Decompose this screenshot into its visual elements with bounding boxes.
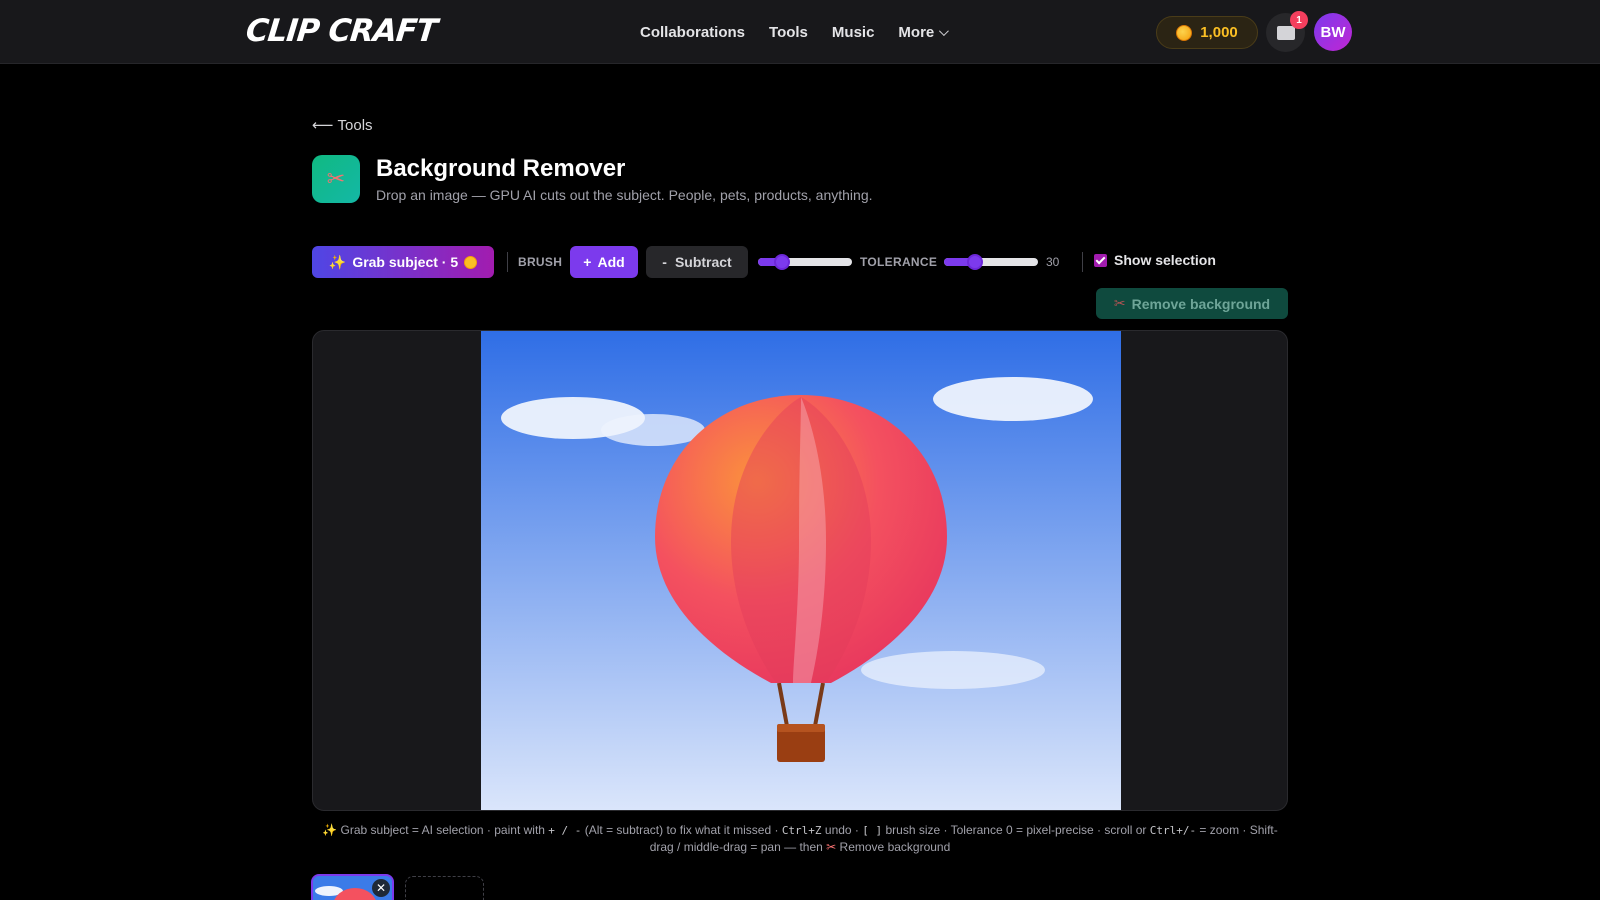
brush-add-button[interactable]: + Add bbox=[570, 246, 638, 278]
hint-part: Grab subject = AI selection · paint with bbox=[340, 823, 549, 837]
remove-background-label: Remove background bbox=[1131, 295, 1271, 312]
brand-logo[interactable]: CLIP CRAFT bbox=[244, 13, 438, 49]
page-subtitle: Drop an image — GPU AI cuts out the subj… bbox=[376, 187, 873, 203]
nav-more-label: More bbox=[898, 23, 935, 41]
nav-more[interactable]: More bbox=[898, 23, 950, 41]
tolerance-label: TOLERANCE bbox=[860, 255, 938, 269]
notifications-button[interactable]: 1 bbox=[1266, 11, 1308, 52]
sparkles-icon: ✨ bbox=[328, 253, 347, 270]
page-title: Background Remover bbox=[376, 155, 626, 182]
hint-part: undo · bbox=[821, 823, 863, 837]
editor-canvas[interactable] bbox=[312, 330, 1288, 811]
plus-icon: + bbox=[583, 254, 592, 270]
subtract-label: Subtract bbox=[674, 254, 732, 270]
hint-part: (Alt = subtract) to fix what it missed · bbox=[581, 823, 782, 837]
image-thumbnail[interactable]: ✕ bbox=[311, 874, 394, 900]
minus-icon: - bbox=[662, 254, 667, 270]
divider bbox=[507, 252, 508, 272]
add-image-slot[interactable] bbox=[405, 876, 484, 900]
show-selection-toggle[interactable]: Show selection bbox=[1094, 252, 1216, 268]
keyboard-hint: ✨ Grab subject = AI selection · paint wi… bbox=[312, 822, 1288, 856]
hint-key: Ctrl+Z bbox=[781, 824, 822, 837]
divider bbox=[1082, 252, 1083, 272]
hint-key: Ctrl+/- bbox=[1149, 824, 1197, 837]
add-label: Add bbox=[597, 254, 625, 270]
back-label: Tools bbox=[337, 116, 373, 134]
nav-collaborations[interactable]: Collaborations bbox=[640, 24, 745, 41]
notification-count-badge: 1 bbox=[1290, 11, 1308, 29]
inbox-icon bbox=[1276, 25, 1295, 40]
checkbox[interactable] bbox=[1094, 253, 1107, 267]
coin-balance[interactable]: 1,000 bbox=[1156, 16, 1258, 49]
sparkles-icon: ✨ bbox=[322, 823, 338, 837]
main-nav: Collaborations Tools Music More bbox=[640, 0, 950, 64]
editor-toolbar: ✨ Grab subject · 5 BRUSH + Add - Subtrac… bbox=[312, 246, 1272, 278]
grab-subject-label: Grab subject · 5 bbox=[352, 254, 459, 270]
hint-key: [ ] bbox=[862, 824, 883, 837]
brush-subtract-button[interactable]: - Subtract bbox=[646, 246, 748, 278]
brush-size-slider[interactable] bbox=[758, 254, 852, 270]
nav-tools[interactable]: Tools bbox=[769, 24, 808, 41]
scissors-icon: ✂ bbox=[1113, 295, 1126, 311]
uploaded-image[interactable] bbox=[481, 331, 1121, 811]
slider-thumb[interactable] bbox=[967, 254, 984, 270]
slider-thumb[interactable] bbox=[773, 254, 790, 270]
coin-balance-value: 1,000 bbox=[1200, 24, 1238, 41]
grab-subject-button[interactable]: ✨ Grab subject · 5 bbox=[312, 246, 494, 278]
close-icon[interactable]: ✕ bbox=[372, 879, 390, 897]
top-navbar: CLIP CRAFT Collaborations Tools Music Mo… bbox=[0, 0, 1600, 64]
brush-label: BRUSH bbox=[518, 255, 563, 269]
back-to-tools-link[interactable]: ⟵ Tools bbox=[312, 116, 373, 135]
user-avatar[interactable]: BW bbox=[1314, 13, 1352, 51]
remove-background-button[interactable]: ✂ Remove background bbox=[1096, 288, 1288, 319]
scissors-icon: ✂ bbox=[312, 155, 360, 203]
coin-icon bbox=[464, 255, 478, 269]
arrow-left-icon: ⟵ bbox=[312, 117, 334, 134]
show-selection-label: Show selection bbox=[1114, 252, 1216, 268]
hint-part: Remove background bbox=[839, 840, 951, 854]
scissors-icon: ✂ bbox=[826, 840, 837, 854]
chevron-down-icon bbox=[939, 25, 950, 36]
hint-part: brush size · Tolerance 0 = pixel-precise… bbox=[882, 823, 1150, 837]
nav-music[interactable]: Music bbox=[832, 24, 875, 41]
hint-key: + / - bbox=[548, 824, 582, 837]
tolerance-value: 30 bbox=[1046, 255, 1060, 269]
tolerance-slider[interactable] bbox=[944, 254, 1038, 270]
coin-icon bbox=[1176, 24, 1193, 41]
